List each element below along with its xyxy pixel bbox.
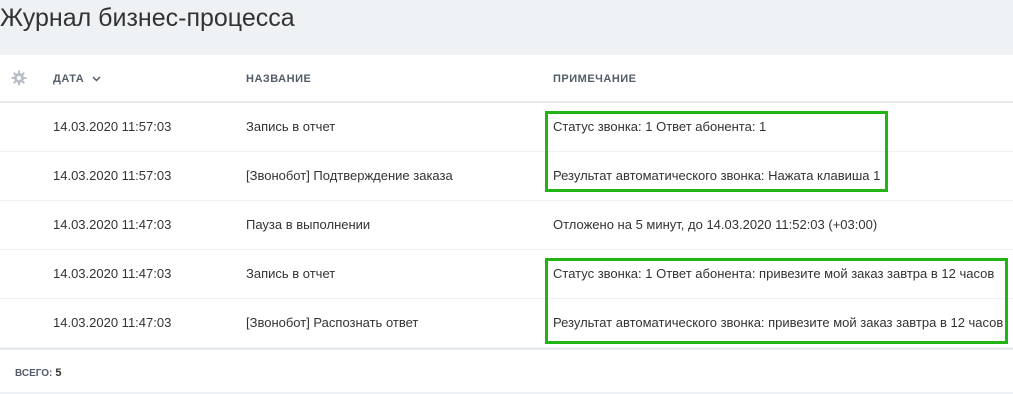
row-name: Пауза в выполнении (246, 217, 371, 232)
table-row: 14.03.2020 11:57:03 Запись в отчет Стату… (0, 103, 1013, 152)
gear-icon[interactable] (11, 70, 27, 86)
chevron-down-icon (92, 76, 101, 82)
table-row: 14.03.2020 11:47:03 Пауза в выполнении О… (0, 201, 1013, 250)
row-date: 14.03.2020 11:57:03 (53, 168, 172, 183)
row-name: Запись в отчет (246, 119, 336, 134)
table-row: 14.03.2020 11:57:03 [Звонобот] Подтвержд… (0, 152, 1013, 201)
row-note: Отложено на 5 минут, до 14.03.2020 11:52… (553, 217, 878, 232)
row-note: Статус звонка: 1 Ответ абонента: 1 (553, 119, 767, 134)
total-label: ВСЕГО: (15, 368, 53, 379)
row-note: Результат автоматического звонка: привез… (553, 315, 1004, 330)
row-note: Результат автоматического звонка: Нажата… (553, 168, 881, 183)
row-name: Запись в отчет (246, 266, 336, 281)
row-date: 14.03.2020 11:47:03 (53, 266, 172, 281)
column-header-date[interactable]: ДАТА (53, 73, 101, 85)
table-header: ДАТА НАЗВАНИЕ ПРИМЕЧАНИЕ (0, 55, 1013, 103)
row-note: Статус звонка: 1 Ответ абонента: привези… (553, 266, 995, 281)
column-header-date-label: ДАТА (53, 73, 85, 85)
table-row: 14.03.2020 11:47:03 [Звонобот] Распознат… (0, 299, 1013, 348)
total-value: 5 (55, 367, 62, 379)
total-count: ВСЕГО: 5 (15, 367, 62, 379)
log-table: ДАТА НАЗВАНИЕ ПРИМЕЧАНИЕ 14.03.2020 11:5… (0, 55, 1013, 392)
column-header-name[interactable]: НАЗВАНИЕ (246, 73, 311, 85)
row-date: 14.03.2020 11:47:03 (53, 315, 172, 330)
row-date: 14.03.2020 11:57:03 (53, 119, 172, 134)
page-title: Журнал бизнес-процесса (0, 4, 295, 32)
table-row: 14.03.2020 11:47:03 Запись в отчет Стату… (0, 250, 1013, 299)
row-name: [Звонобот] Подтверждение заказа (246, 168, 453, 183)
row-date: 14.03.2020 11:47:03 (53, 217, 172, 232)
column-header-note[interactable]: ПРИМЕЧАНИЕ (553, 73, 637, 85)
row-name: [Звонобот] Распознать ответ (246, 315, 419, 330)
table-footer: ВСЕГО: 5 (0, 348, 1013, 394)
